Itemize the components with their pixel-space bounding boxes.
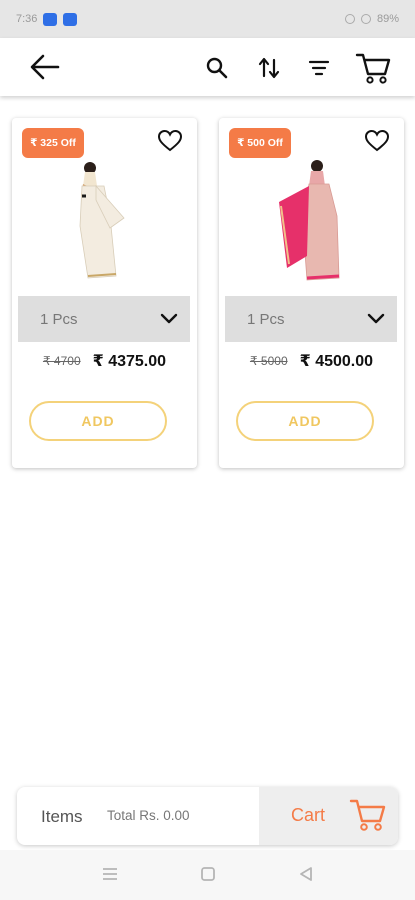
signal-icon: [360, 14, 371, 24]
cart-button[interactable]: [354, 50, 392, 86]
quantity-dropdown[interactable]: 1 Pcs: [225, 296, 397, 342]
product-image: [79, 162, 125, 279]
add-to-cart-button[interactable]: ADD: [29, 401, 167, 441]
cart-icon: [349, 799, 386, 831]
product-card[interactable]: ₹ 500 Off 1 Pcs ₹ 5000 ₹ 4500.00 ADD: [219, 118, 404, 468]
mrp-price: ₹ 4700: [42, 354, 81, 368]
sale-price: ₹ 4500.00: [299, 353, 374, 370]
go-to-cart-button[interactable]: Cart: [259, 787, 398, 845]
price-row: ₹ 4700 ₹ 4375.00: [12, 350, 197, 372]
alarm-icon: [344, 14, 355, 24]
app-header: [0, 38, 415, 96]
wishlist-button[interactable]: [157, 129, 183, 153]
cart-icon: [355, 53, 391, 84]
discount-badge: ₹ 500 Off: [229, 128, 291, 158]
system-nav-bar: [0, 850, 415, 900]
notification-app-icon: [63, 12, 78, 26]
status-bar: 7:36 89%: [0, 0, 415, 38]
chevron-down-icon: [367, 313, 385, 324]
items-label: Items: [41, 807, 83, 826]
sort-button[interactable]: [255, 54, 283, 82]
battery-text: 89%: [376, 13, 399, 25]
sort-icon: [258, 57, 280, 79]
home-icon[interactable]: [200, 866, 216, 882]
total-label: Total Rs. 0.00: [107, 808, 190, 823]
notification-app-icon: [43, 12, 58, 26]
chevron-down-icon: [160, 313, 178, 324]
status-right: 89%: [344, 13, 399, 25]
heart-icon: [364, 129, 390, 152]
heart-icon: [157, 129, 183, 152]
mrp-price: ₹ 5000: [249, 354, 288, 368]
back-button[interactable]: [28, 52, 62, 82]
search-icon: [206, 57, 228, 79]
wishlist-button[interactable]: [364, 129, 390, 153]
back-nav-icon[interactable]: [298, 866, 314, 882]
discount-badge: ₹ 325 Off: [22, 128, 84, 158]
add-to-cart-button[interactable]: ADD: [236, 401, 374, 441]
menu-icon[interactable]: [101, 866, 119, 882]
filter-icon: [308, 60, 330, 76]
quantity-label: 1 Pcs: [247, 310, 285, 328]
price-row: ₹ 5000 ₹ 4500.00: [219, 350, 404, 372]
product-card[interactable]: ₹ 325 Off 1 Pcs ₹ 4700 ₹ 4375.00 ADD: [12, 118, 197, 468]
sale-price: ₹ 4375.00: [92, 353, 167, 370]
arrow-left-icon: [30, 54, 60, 80]
search-button[interactable]: [203, 54, 231, 82]
status-time: 7:36: [16, 13, 38, 25]
status-left: 7:36: [16, 12, 78, 26]
cart-label: Cart: [291, 805, 326, 825]
cart-summary-bar: Items Total Rs. 0.00 Cart: [17, 787, 398, 845]
quantity-dropdown[interactable]: 1 Pcs: [18, 296, 190, 342]
filter-button[interactable]: [305, 54, 333, 82]
quantity-label: 1 Pcs: [40, 310, 78, 328]
product-image: [279, 160, 340, 281]
